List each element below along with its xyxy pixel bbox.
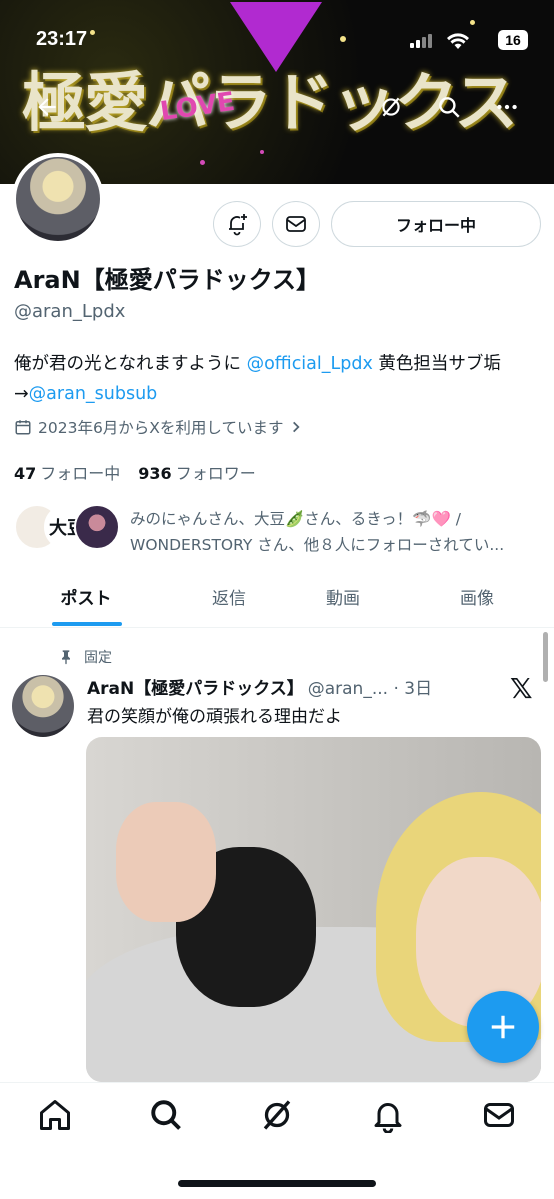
pinned-label: 固定 [84, 650, 112, 666]
following-count: 47 [14, 464, 37, 483]
more-icon[interactable] [494, 94, 520, 120]
tab-posts[interactable]: ポスト [61, 584, 112, 609]
compose-button[interactable] [467, 991, 539, 1063]
followed-by-line: みのにゃんさん、大豆🫛さん、るきっ！🦈🩷 / [130, 510, 461, 528]
followers-count-link[interactable]: 936 フォロワー [138, 460, 255, 484]
banner-sparkle [470, 20, 475, 25]
post-text: 君の笑顔が俺の頑張れる理由だよ [87, 707, 342, 727]
post-author-avatar[interactable] [12, 675, 74, 737]
follow-counts: 47 フォロー中 936 フォロワー [14, 460, 256, 484]
post-author-name[interactable]: AraN【極愛パラドックス】 [87, 679, 304, 699]
profile-name: AraN【極愛パラドックス】 [14, 266, 320, 294]
chevron-right-icon [293, 421, 301, 433]
search-icon[interactable] [148, 1097, 184, 1133]
back-arrow-icon[interactable] [34, 94, 60, 120]
pin-icon [62, 650, 70, 665]
profile-avatar[interactable] [12, 153, 104, 245]
messages-icon[interactable] [481, 1097, 517, 1133]
active-tab-indicator [52, 622, 122, 626]
profile-handle: @aran_Lpdx [14, 301, 126, 322]
follower-avatar [74, 504, 120, 550]
compose-plus-icon [491, 1015, 515, 1039]
tab-videos[interactable]: 動画 [326, 584, 360, 609]
photo-hand [116, 802, 216, 922]
bottom-navigation [0, 1082, 554, 1199]
bio-text: 俺が君の光となれますように [14, 354, 241, 374]
banner-sparkle [200, 160, 205, 165]
following-label: フォロー中 [40, 464, 121, 483]
home-indicator [178, 1180, 376, 1187]
join-date-text: 2023年6月からXを利用しています [38, 419, 284, 437]
message-icon [286, 216, 306, 232]
following-count-link[interactable]: 47 フォロー中 [14, 460, 120, 484]
message-button[interactable] [272, 201, 320, 247]
home-icon[interactable] [37, 1097, 73, 1133]
join-date-row[interactable]: 2023年6月からXを利用しています [14, 416, 303, 438]
profile-bio: 俺が君の光となれますように @official_Lpdx 黄色担当サブ垢→@ar… [14, 349, 544, 409]
grok-icon[interactable] [378, 94, 404, 120]
calendar-icon [15, 420, 31, 435]
followers-count: 936 [138, 464, 172, 483]
bio-mention-link[interactable]: @aran_subsub [29, 384, 158, 404]
grok-icon[interactable] [259, 1097, 295, 1133]
followed-by-text: みのにゃんさん、大豆🫛さん、るきっ！🦈🩷 / WONDERSTORY さん、他８… [130, 506, 550, 558]
notifications-icon[interactable] [370, 1097, 406, 1133]
battery-indicator: 16 [498, 30, 528, 50]
search-icon[interactable] [436, 94, 462, 120]
status-time: 23:17 [36, 28, 88, 50]
followed-by-section[interactable]: 大豆 みのにゃんさん、大豆🫛さん、るきっ！🦈🩷 / WONDERSTORY さん… [14, 504, 504, 554]
scrollbar[interactable] [543, 632, 548, 682]
followed-by-line: WONDERSTORY さん、他８人にフォローされてい... [130, 536, 505, 554]
notification-add-icon [229, 214, 247, 236]
status-bar: 23:17 16 [36, 28, 528, 54]
banner-sparkle [260, 150, 264, 154]
tab-replies[interactable]: 返信 [212, 584, 246, 609]
post-header: AraN【極愛パラドックス】 @aran_... · 3日 [87, 674, 432, 699]
pinned-indicator: 固定 [58, 647, 112, 667]
bio-mention-link[interactable]: @official_Lpdx [247, 354, 373, 374]
cellular-signal-icon [410, 34, 432, 48]
x-logo-icon: 𝕏 [510, 672, 533, 705]
tab-images[interactable]: 画像 [460, 584, 494, 609]
wifi-icon [447, 33, 469, 49]
following-button[interactable]: フォロー中 [331, 201, 541, 247]
post-handle-time: @aran_... · 3日 [307, 679, 433, 699]
notification-subscribe-button[interactable] [213, 201, 261, 247]
followers-label: フォロワー [175, 464, 256, 483]
profile-tabs: ポスト 返信 動画 画像 [0, 572, 554, 628]
